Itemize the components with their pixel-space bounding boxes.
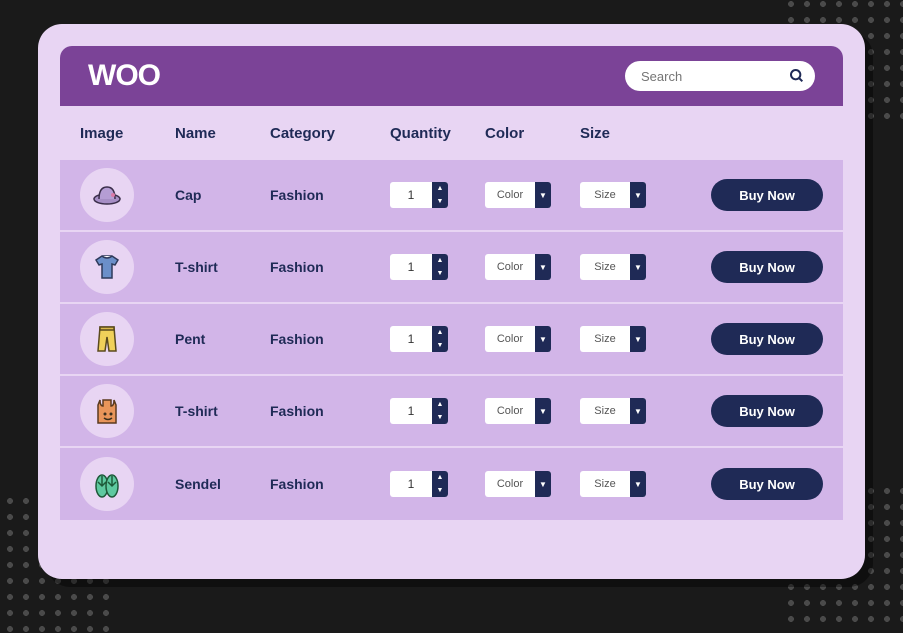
chevron-down-icon: ▼ bbox=[535, 398, 551, 424]
table-row: T-shirt Fashion 1 ▲ ▼ Color ▼ Size ▼ Buy… bbox=[60, 376, 843, 448]
chevron-down-icon: ▼ bbox=[630, 398, 646, 424]
chevron-down-icon: ▼ bbox=[535, 471, 551, 497]
quantity-stepper[interactable]: 1 ▲ ▼ bbox=[390, 471, 448, 497]
size-select-label: Size bbox=[580, 182, 630, 208]
quantity-up-icon[interactable]: ▲ bbox=[432, 182, 448, 195]
color-select-label: Color bbox=[485, 254, 535, 280]
buy-now-button[interactable]: Buy Now bbox=[711, 179, 823, 211]
chevron-down-icon: ▼ bbox=[535, 326, 551, 352]
quantity-stepper[interactable]: 1 ▲ ▼ bbox=[390, 326, 448, 352]
search-input[interactable] bbox=[625, 61, 815, 91]
col-name: Name bbox=[175, 125, 270, 142]
product-image bbox=[80, 312, 134, 366]
size-select-label: Size bbox=[580, 326, 630, 352]
table-row: Pent Fashion 1 ▲ ▼ Color ▼ Size ▼ Buy No… bbox=[60, 304, 843, 376]
size-select-label: Size bbox=[580, 471, 630, 497]
quantity-up-icon[interactable]: ▲ bbox=[432, 254, 448, 267]
tank-icon bbox=[91, 395, 123, 427]
color-select[interactable]: Color ▼ bbox=[485, 182, 551, 208]
col-image: Image bbox=[80, 125, 175, 142]
product-image bbox=[80, 168, 134, 222]
product-name: Sendel bbox=[175, 476, 270, 492]
chevron-down-icon: ▼ bbox=[630, 254, 646, 280]
size-select-label: Size bbox=[580, 398, 630, 424]
search-icon[interactable] bbox=[789, 68, 805, 84]
buy-now-button[interactable]: Buy Now bbox=[711, 323, 823, 355]
quantity-down-icon[interactable]: ▼ bbox=[432, 267, 448, 280]
chevron-down-icon: ▼ bbox=[630, 471, 646, 497]
color-select-label: Color bbox=[485, 326, 535, 352]
product-image bbox=[80, 240, 134, 294]
quantity-down-icon[interactable]: ▼ bbox=[432, 411, 448, 424]
chevron-down-icon: ▼ bbox=[630, 182, 646, 208]
search-wrap bbox=[625, 61, 815, 91]
product-name: T-shirt bbox=[175, 403, 270, 419]
col-quantity: Quantity bbox=[390, 125, 485, 142]
quantity-down-icon[interactable]: ▼ bbox=[432, 195, 448, 208]
quantity-value: 1 bbox=[390, 254, 432, 280]
product-table: Image Name Category Quantity Color Size … bbox=[60, 106, 843, 520]
quantity-down-icon[interactable]: ▼ bbox=[432, 484, 448, 497]
header-bar: WOO bbox=[60, 46, 843, 106]
quantity-up-icon[interactable]: ▲ bbox=[432, 398, 448, 411]
product-name: T-shirt bbox=[175, 259, 270, 275]
size-select[interactable]: Size ▼ bbox=[580, 182, 646, 208]
quantity-stepper[interactable]: 1 ▲ ▼ bbox=[390, 254, 448, 280]
quantity-value: 1 bbox=[390, 398, 432, 424]
pent-icon bbox=[91, 323, 123, 355]
product-name: Cap bbox=[175, 187, 270, 203]
buy-now-button[interactable]: Buy Now bbox=[711, 251, 823, 283]
size-select[interactable]: Size ▼ bbox=[580, 326, 646, 352]
quantity-stepper[interactable]: 1 ▲ ▼ bbox=[390, 398, 448, 424]
quantity-value: 1 bbox=[390, 471, 432, 497]
table-header-row: Image Name Category Quantity Color Size bbox=[60, 106, 843, 160]
sendel-icon bbox=[91, 468, 123, 500]
color-select[interactable]: Color ▼ bbox=[485, 471, 551, 497]
color-select[interactable]: Color ▼ bbox=[485, 254, 551, 280]
chevron-down-icon: ▼ bbox=[535, 182, 551, 208]
size-select-label: Size bbox=[580, 254, 630, 280]
product-category: Fashion bbox=[270, 259, 390, 275]
table-row: Cap Fashion 1 ▲ ▼ Color ▼ Size ▼ Buy Now bbox=[60, 160, 843, 232]
size-select[interactable]: Size ▼ bbox=[580, 254, 646, 280]
color-select[interactable]: Color ▼ bbox=[485, 398, 551, 424]
size-select[interactable]: Size ▼ bbox=[580, 471, 646, 497]
quantity-up-icon[interactable]: ▲ bbox=[432, 326, 448, 339]
quantity-stepper[interactable]: 1 ▲ ▼ bbox=[390, 182, 448, 208]
quantity-up-icon[interactable]: ▲ bbox=[432, 471, 448, 484]
col-color: Color bbox=[485, 125, 580, 142]
product-category: Fashion bbox=[270, 187, 390, 203]
table-row: T-shirt Fashion 1 ▲ ▼ Color ▼ Size ▼ Buy… bbox=[60, 232, 843, 304]
buy-now-button[interactable]: Buy Now bbox=[711, 468, 823, 500]
color-select-label: Color bbox=[485, 398, 535, 424]
tshirt-icon bbox=[91, 251, 123, 283]
color-select[interactable]: Color ▼ bbox=[485, 326, 551, 352]
col-category: Category bbox=[270, 125, 390, 142]
buy-now-button[interactable]: Buy Now bbox=[711, 395, 823, 427]
cap-icon bbox=[91, 179, 123, 211]
color-select-label: Color bbox=[485, 182, 535, 208]
chevron-down-icon: ▼ bbox=[630, 326, 646, 352]
product-name: Pent bbox=[175, 331, 270, 347]
quantity-value: 1 bbox=[390, 182, 432, 208]
chevron-down-icon: ▼ bbox=[535, 254, 551, 280]
product-image bbox=[80, 384, 134, 438]
color-select-label: Color bbox=[485, 471, 535, 497]
table-row: Sendel Fashion 1 ▲ ▼ Color ▼ Size ▼ Buy … bbox=[60, 448, 843, 520]
main-panel: WOO Image Name Category Quantity Color S… bbox=[38, 24, 865, 579]
logo: WOO bbox=[88, 59, 160, 93]
product-category: Fashion bbox=[270, 331, 390, 347]
product-category: Fashion bbox=[270, 403, 390, 419]
col-size: Size bbox=[580, 125, 675, 142]
size-select[interactable]: Size ▼ bbox=[580, 398, 646, 424]
product-category: Fashion bbox=[270, 476, 390, 492]
product-image bbox=[80, 457, 134, 511]
quantity-value: 1 bbox=[390, 326, 432, 352]
quantity-down-icon[interactable]: ▼ bbox=[432, 339, 448, 352]
